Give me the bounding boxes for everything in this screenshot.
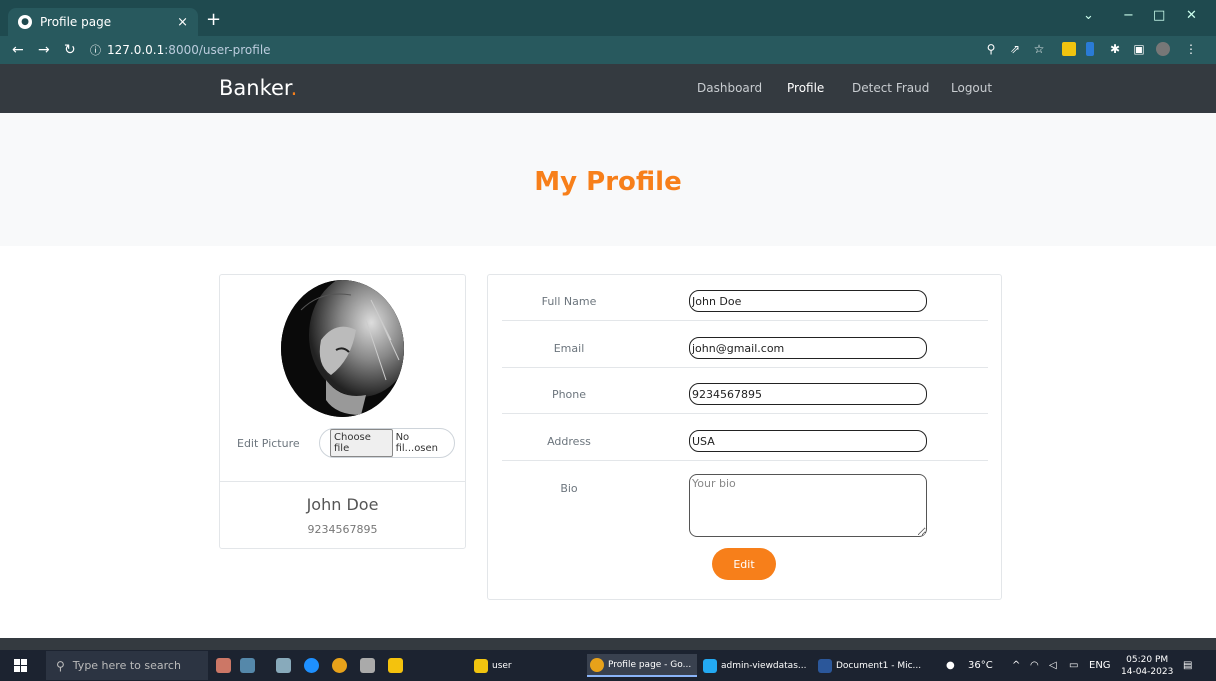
volume-icon[interactable]: ◁ <box>1049 660 1057 671</box>
full-name-input[interactable] <box>689 290 927 312</box>
form-row-address: Address <box>502 415 988 461</box>
word-icon <box>818 658 832 673</box>
sticky-notes-icon[interactable] <box>388 658 403 673</box>
brand-text: Banker <box>219 76 291 100</box>
choose-file-button[interactable]: Choose file <box>330 429 393 457</box>
battery-icon[interactable]: ▭ <box>1069 660 1078 671</box>
calculator-icon[interactable] <box>276 658 291 673</box>
address-bar[interactable]: ⓘ 127.0.0.1:8000/user-profile <box>90 40 940 60</box>
clock[interactable]: 05:20 PM 14-04-2023 <box>1121 654 1173 678</box>
forward-icon[interactable]: → <box>38 42 50 58</box>
divider <box>220 481 465 482</box>
globe-icon: ● <box>18 15 32 29</box>
avatar <box>281 280 404 417</box>
form-row-email: Email <box>502 322 988 368</box>
tray-chevron-icon[interactable]: ^ <box>1012 660 1020 671</box>
taskbar-app-label: Profile page - Go... <box>608 659 692 670</box>
zoom-icon[interactable]: ⚲ <box>984 42 998 56</box>
new-tab-button[interactable]: + <box>206 9 221 30</box>
url-host: 127.0.0.1 <box>107 43 165 57</box>
vscode-icon <box>703 658 717 673</box>
taskbar-app-label: admin-viewdatas... <box>721 660 807 671</box>
network-icon[interactable]: ◠ <box>1030 660 1039 671</box>
notifications-icon[interactable]: ▤ <box>1183 660 1192 671</box>
phone-input[interactable] <box>689 383 927 405</box>
info-icon: ⓘ <box>90 44 101 57</box>
edit-button[interactable]: Edit <box>712 548 776 580</box>
email-input[interactable] <box>689 337 927 359</box>
taskbar-search-placeholder: Type here to search <box>72 659 181 672</box>
nav-detect-fraud[interactable]: Detect Fraud <box>852 81 929 95</box>
page-header: My Profile <box>0 113 1216 246</box>
back-icon[interactable]: ← <box>12 42 24 58</box>
taskbar-app-vscode[interactable]: admin-viewdatas... <box>703 654 806 677</box>
windows-start-icon[interactable] <box>14 659 27 672</box>
profile-form: Full Name Email Phone Address Bio Edit <box>487 274 1002 600</box>
taskbar-app-chrome[interactable]: Profile page - Go... <box>587 654 697 677</box>
browser-tab[interactable]: ● Profile page × <box>8 8 198 36</box>
lion-photo <box>281 280 404 417</box>
browser-tab-strip: ● Profile page × + ⌄ − □ ✕ <box>0 0 1216 36</box>
url-path: :8000/user-profile <box>164 43 271 57</box>
form-row-phone: Phone <box>502 368 988 414</box>
phone-label: Phone <box>551 388 587 401</box>
tab-search-icon[interactable]: ⌄ <box>1083 8 1094 23</box>
taskbar-search[interactable]: ⚲ Type here to search <box>46 651 208 680</box>
extension-icon[interactable] <box>1086 42 1094 56</box>
brand-logo[interactable]: Banker. <box>219 76 297 100</box>
nav-profile[interactable]: Profile <box>787 81 824 95</box>
tab-title: Profile page <box>40 15 112 29</box>
clock-date: 14-04-2023 <box>1121 667 1174 677</box>
page-footer <box>0 638 1216 650</box>
profile-card: Edit Picture Choose file No fil...osen J… <box>219 274 466 549</box>
profile-name: John Doe <box>306 495 379 514</box>
bookmark-star-icon[interactable]: ☆ <box>1032 42 1046 56</box>
address-input[interactable] <box>689 430 927 452</box>
search-icon: ⚲ <box>56 658 65 673</box>
bio-label: Bio <box>560 482 578 495</box>
close-window-button[interactable]: ✕ <box>1186 8 1197 23</box>
weather-icon[interactable]: ● <box>946 660 955 671</box>
restore-button[interactable]: □ <box>1153 8 1165 23</box>
chrome-icon[interactable] <box>332 658 347 673</box>
site-navbar: Banker. Dashboard Profile Detect Fraud L… <box>0 64 1216 113</box>
full-name-label: Full Name <box>541 295 597 308</box>
nav-logout[interactable]: Logout <box>951 81 992 95</box>
extensions-puzzle-icon[interactable]: ✱ <box>1108 42 1122 56</box>
folder-icon <box>474 658 488 673</box>
taskbar-app-label: Document1 - Mic... <box>836 660 922 671</box>
file-status: No fil...osen <box>395 432 439 454</box>
taskbar-app-word[interactable]: Document1 - Mic... <box>818 654 921 677</box>
app-icon[interactable] <box>360 658 375 673</box>
os-taskbar: ⚲ Type here to search user Profile page … <box>0 650 1216 681</box>
profile-avatar-icon[interactable] <box>1156 42 1170 56</box>
bio-textarea[interactable] <box>689 474 927 537</box>
menu-kebab-icon[interactable]: ⋮ <box>1184 42 1198 56</box>
picture-file-input[interactable]: Choose file No fil...osen <box>319 428 455 458</box>
form-row-full-name: Full Name <box>502 275 988 321</box>
weather-temp[interactable]: 36°C <box>968 660 993 671</box>
brand-dot: . <box>290 76 298 100</box>
email-label: Email <box>553 342 585 355</box>
clock-time: 05:20 PM <box>1126 655 1169 665</box>
address-label: Address <box>547 435 591 448</box>
language-indicator[interactable]: ENG <box>1089 660 1111 671</box>
minimize-button[interactable]: − <box>1123 8 1134 23</box>
tab-close-icon[interactable]: × <box>177 15 188 30</box>
profile-phone: 9234567895 <box>307 523 378 536</box>
share-icon[interactable]: ⇗ <box>1008 42 1022 56</box>
page-title: My Profile <box>534 167 682 197</box>
side-panel-icon[interactable]: ▣ <box>1132 42 1146 56</box>
reload-icon[interactable]: ↻ <box>64 42 76 58</box>
nav-dashboard[interactable]: Dashboard <box>697 81 762 95</box>
browser-toolbar: ← → ↻ ⓘ 127.0.0.1:8000/user-profile ⚲ ⇗ … <box>0 36 1216 64</box>
taskbar-app-label: user <box>492 660 512 671</box>
brush-app-icon[interactable] <box>240 658 255 673</box>
taskbar-app-user[interactable]: user <box>474 654 512 677</box>
edge-icon[interactable] <box>304 658 319 673</box>
paint-app-icon[interactable] <box>216 658 231 673</box>
edit-picture-label: Edit Picture <box>237 437 300 450</box>
extension-icon[interactable] <box>1062 42 1076 56</box>
chrome-icon <box>590 657 604 672</box>
